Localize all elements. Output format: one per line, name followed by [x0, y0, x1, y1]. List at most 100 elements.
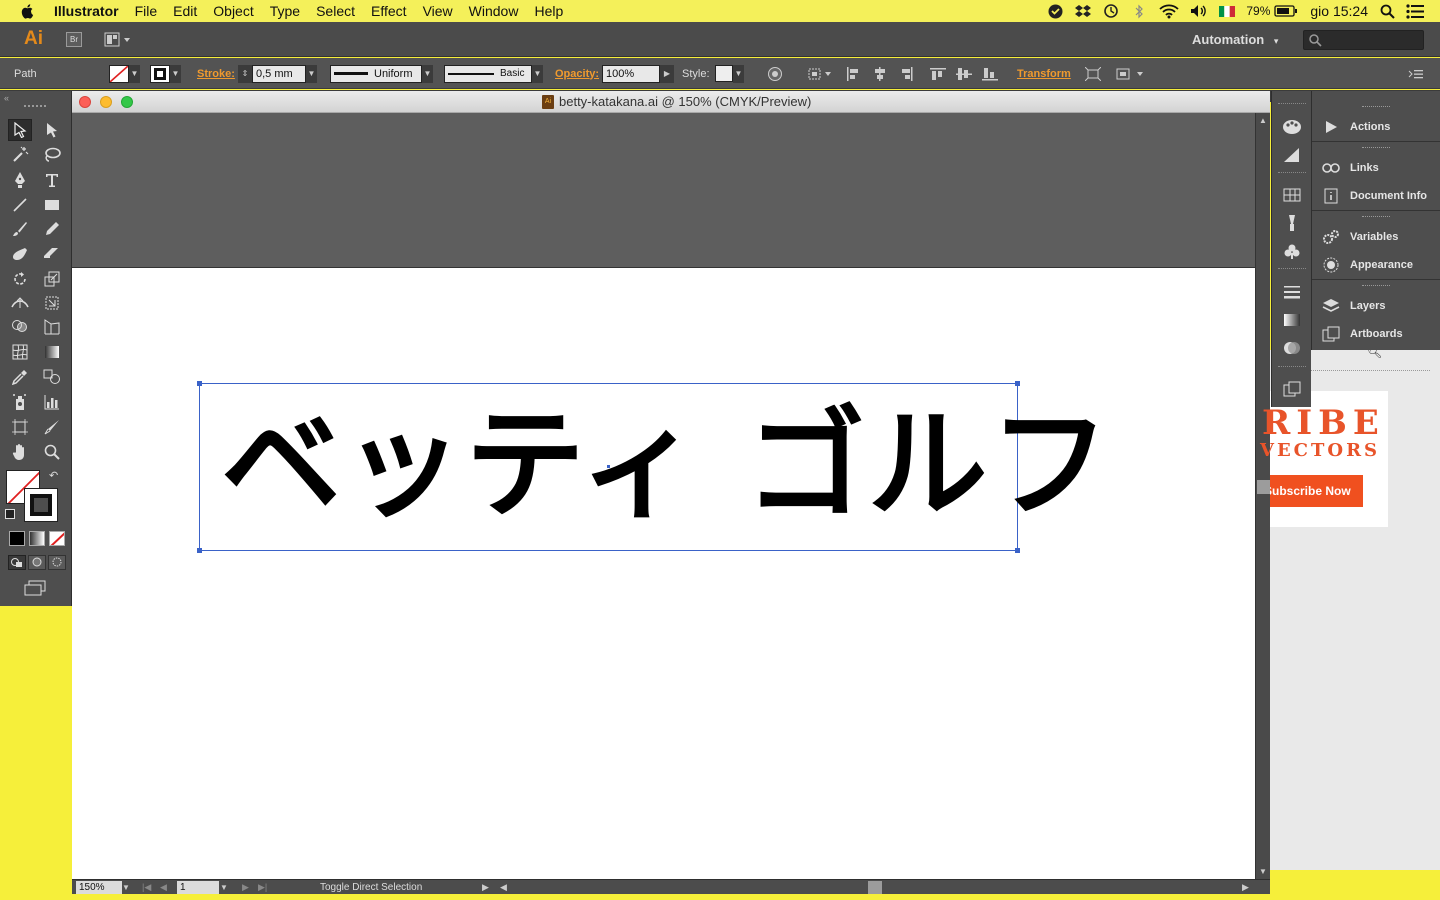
scroll-right-icon[interactable]: ▶ [1242, 881, 1249, 894]
stroke-dropdown-arrow[interactable]: ▼ [170, 64, 181, 83]
zoom-level-field[interactable]: 150% [76, 881, 122, 894]
app-menu[interactable]: Illustrator [54, 0, 119, 22]
tools-collapse-icon[interactable]: « [4, 93, 9, 103]
graphic-style-picker[interactable]: ▼ [715, 58, 744, 89]
stroke-swatch[interactable]: ▼ [150, 58, 181, 89]
scroll-up-icon[interactable]: ▲ [1259, 116, 1267, 125]
menu-view[interactable]: View [423, 0, 453, 22]
shape-builder-tool-icon[interactable] [8, 316, 32, 338]
blob-brush-tool-icon[interactable] [8, 242, 32, 264]
eraser-tool-icon[interactable] [40, 242, 64, 264]
menu-effect[interactable]: Effect [371, 0, 407, 22]
panel-group-grip[interactable] [1362, 216, 1390, 219]
draw-behind-button[interactable] [28, 555, 46, 570]
menu-object[interactable]: Object [213, 0, 253, 22]
opacity-control[interactable]: 100% ▶ [602, 58, 674, 89]
direct-selection-tool-icon[interactable] [40, 119, 64, 141]
hand-tool-icon[interactable] [8, 441, 32, 463]
artboard[interactable] [72, 267, 1255, 879]
column-graph-tool-icon[interactable] [40, 391, 64, 413]
isolate-selected-icon[interactable] [1085, 58, 1101, 89]
katakana-artwork-text[interactable]: ベッティ ゴルフ [221, 401, 1110, 531]
line-segment-tool-icon[interactable] [8, 194, 32, 216]
dropbox-icon[interactable] [1074, 3, 1092, 19]
profile-dropdown[interactable]: ▼ [422, 64, 433, 83]
stroke-panel-icon[interactable] [1282, 283, 1302, 301]
profile-field[interactable]: Uniform [330, 64, 422, 83]
panel-group-grip[interactable] [1362, 106, 1390, 109]
graphic-style-swatch[interactable] [715, 65, 733, 82]
status-menu-icon[interactable]: ▶ [482, 881, 489, 894]
opacity-label[interactable]: Opacity: [555, 58, 599, 89]
control-panel-menu-icon[interactable] [1408, 58, 1424, 89]
align-top-icon[interactable] [930, 58, 946, 89]
minimize-button[interactable] [100, 96, 112, 108]
links-panel-tab[interactable]: Links [1312, 155, 1440, 181]
artboard-tool-icon[interactable] [8, 416, 32, 438]
scroll-left-icon[interactable]: ◀ [500, 881, 507, 894]
scale-tool-icon[interactable] [40, 268, 64, 290]
stroke-color-swatch[interactable] [150, 64, 170, 83]
notification-center-icon[interactable] [1406, 3, 1424, 19]
wifi-icon[interactable] [1158, 3, 1180, 19]
eyedropper-tool-icon[interactable] [8, 366, 32, 388]
zoom-button[interactable] [121, 96, 133, 108]
next-artboard-icon[interactable]: ▶ [242, 881, 249, 894]
type-tool-icon[interactable] [40, 169, 64, 191]
battery-icon[interactable] [1274, 3, 1298, 19]
none-mode-button[interactable] [49, 531, 65, 546]
brushes-panel-icon[interactable] [1282, 214, 1302, 232]
variable-width-profile[interactable]: Uniform ▼ [330, 58, 433, 89]
envelope-distort-icon[interactable] [1116, 58, 1146, 89]
arrange-documents-button[interactable] [104, 31, 134, 48]
artboards-panel-tab[interactable]: Artboards [1312, 321, 1440, 347]
slice-tool-icon[interactable] [40, 416, 64, 438]
clock[interactable]: gio 15:24 [1310, 3, 1368, 19]
menu-help[interactable]: Help [534, 0, 563, 22]
align-hcenter-icon[interactable] [872, 58, 888, 89]
spotlight-icon[interactable] [1378, 3, 1396, 19]
gradient-panel-icon[interactable] [1282, 146, 1302, 164]
transparency-panel-icon[interactable] [1282, 339, 1302, 357]
align-bottom-icon[interactable] [982, 58, 998, 89]
selection-tool-icon[interactable] [8, 119, 32, 141]
magic-wand-tool-icon[interactable] [8, 144, 32, 166]
opacity-input[interactable]: 100% [602, 64, 660, 83]
blend-tool-icon[interactable] [40, 366, 64, 388]
rectangle-tool-icon[interactable] [40, 194, 64, 216]
draw-inside-button[interactable] [48, 555, 66, 570]
help-search-input[interactable] [1303, 30, 1424, 50]
selection-handle[interactable] [1015, 381, 1020, 386]
menu-file[interactable]: File [135, 0, 158, 22]
pencil-tool-icon[interactable] [40, 218, 64, 240]
evernote-icon[interactable] [1046, 3, 1064, 19]
volume-icon[interactable] [1190, 3, 1208, 19]
stroke-weight-input[interactable]: 0,5 mm [252, 64, 306, 83]
align-to-selection-icon[interactable] [808, 58, 836, 89]
status-text[interactable]: Toggle Direct Selection [320, 881, 422, 894]
selection-handle[interactable] [197, 548, 202, 553]
mesh-tool-icon[interactable] [8, 341, 32, 363]
time-machine-icon[interactable] [1102, 3, 1120, 19]
screen-mode-icon[interactable] [24, 580, 46, 601]
artboards-dock-icon[interactable] [1282, 380, 1302, 398]
panel-group-grip[interactable] [1362, 147, 1390, 150]
dock-grip[interactable] [1278, 172, 1306, 175]
stroke-indicator[interactable] [24, 488, 58, 522]
dock-grip[interactable] [1278, 366, 1306, 369]
pen-tool-icon[interactable] [8, 169, 32, 191]
swatches-panel-icon[interactable] [1282, 186, 1302, 204]
last-artboard-icon[interactable]: ▶| [258, 881, 267, 894]
width-tool-icon[interactable] [8, 292, 32, 314]
bridge-button[interactable]: Br [66, 32, 82, 47]
brush-definition[interactable]: Basic ▼ [444, 58, 543, 89]
color-guide-icon[interactable] [1282, 118, 1302, 136]
menu-select[interactable]: Select [316, 0, 355, 22]
italian-flag-icon[interactable] [1218, 3, 1236, 19]
recolor-artwork-icon[interactable] [767, 58, 783, 89]
menu-type[interactable]: Type [270, 0, 300, 22]
align-left-icon[interactable] [846, 58, 862, 89]
swap-fill-stroke-icon[interactable]: ↶ [49, 469, 58, 482]
menu-window[interactable]: Window [469, 0, 519, 22]
previous-artboard-icon[interactable]: ◀ [160, 881, 167, 894]
